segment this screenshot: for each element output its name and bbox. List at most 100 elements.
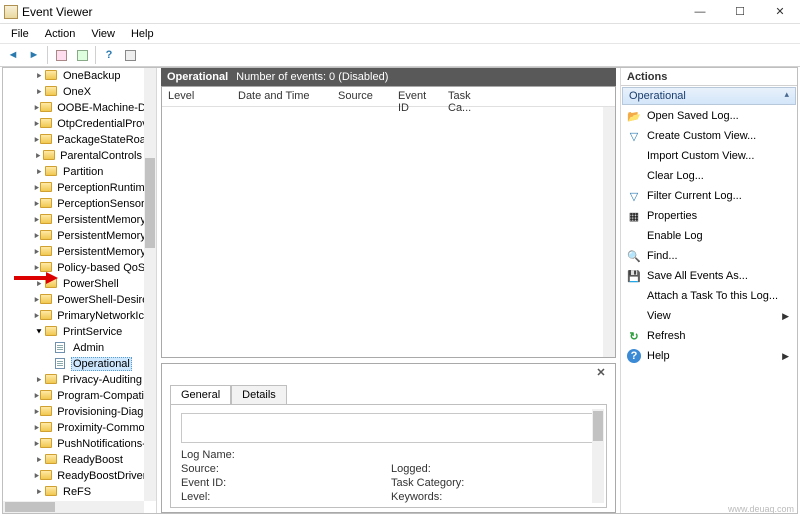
twisty-closed-icon[interactable]: ⯈	[33, 167, 45, 178]
tree-item[interactable]: ⯈ReadyBoost	[3, 452, 144, 468]
twisty-closed-icon[interactable]: ⯈	[33, 375, 45, 386]
twisty-closed-icon[interactable]: ⯈	[33, 407, 40, 418]
action-item[interactable]: Attach a Task To this Log...	[621, 286, 797, 306]
menu-action[interactable]: Action	[38, 26, 83, 42]
grid-columns: Level Date and Time Source Event ID Task…	[162, 87, 615, 107]
tree-item[interactable]: ⯈PowerShell-Desired	[3, 292, 144, 308]
tab-details[interactable]: Details	[231, 385, 287, 405]
tree-item[interactable]: Admin	[3, 340, 144, 356]
col-taskcat[interactable]: Task Ca...	[442, 87, 502, 106]
tree-item[interactable]: ⯈PersistentMemory-S	[3, 244, 144, 260]
tree-hscrollbar[interactable]	[3, 501, 144, 513]
tree-item[interactable]: ⯈ParentalControls	[3, 148, 144, 164]
tree-item[interactable]: Operational	[3, 356, 144, 372]
action-item[interactable]: ▦Properties	[621, 206, 797, 226]
tree-item[interactable]: ⯈Partition	[3, 164, 144, 180]
twisty-closed-icon[interactable]: ⯈	[33, 423, 40, 434]
action-item[interactable]: View▶	[621, 306, 797, 326]
grid-vscrollbar[interactable]	[603, 107, 615, 357]
twisty-closed-icon[interactable]: ⯈	[33, 199, 40, 210]
twisty-closed-icon[interactable]: ⯈	[33, 135, 40, 146]
toolbar-btn-3[interactable]	[120, 45, 140, 65]
folder-icon	[40, 102, 52, 114]
twisty-closed-icon[interactable]: ⯈	[33, 87, 45, 98]
twisty-closed-icon[interactable]: ⯈	[33, 247, 40, 258]
tree-item[interactable]: ⯈OneX	[3, 84, 144, 100]
col-level[interactable]: Level	[162, 87, 232, 106]
twisty-closed-icon[interactable]: ⯈	[33, 215, 40, 226]
tree-vscrollbar[interactable]	[144, 68, 156, 501]
tree-item[interactable]: ⯈Policy-based QoS	[3, 260, 144, 276]
folder-icon	[40, 390, 52, 402]
menu-help[interactable]: Help	[124, 26, 161, 42]
twisty-closed-icon[interactable]: ⯈	[33, 391, 40, 402]
close-button[interactable]: ✕	[760, 0, 800, 24]
twisty-closed-icon[interactable]: ⯈	[33, 119, 40, 130]
tree-item[interactable]: ⯈PrimaryNetworkIcon	[3, 308, 144, 324]
tab-general[interactable]: General	[170, 385, 231, 405]
tree-view[interactable]: ⯈OneBackup⯈OneX⯈OOBE-Machine-DU⯈OtpCrede…	[3, 68, 144, 501]
col-source[interactable]: Source	[332, 87, 392, 106]
action-item[interactable]: Clear Log...	[621, 166, 797, 186]
tree-item[interactable]: ⯈PerceptionRuntime	[3, 180, 144, 196]
tree-item[interactable]: ⯈ReFS	[3, 484, 144, 500]
detail-vscrollbar[interactable]	[592, 409, 604, 503]
action-item[interactable]: Enable Log	[621, 226, 797, 246]
menu-file[interactable]: File	[4, 26, 36, 42]
tree-item[interactable]: ⯈PersistentMemory-I	[3, 228, 144, 244]
twisty-closed-icon[interactable]: ⯈	[33, 183, 40, 194]
tree-item[interactable]: ⯈Program-Compatibi	[3, 388, 144, 404]
help-button[interactable]: ?	[99, 45, 119, 65]
twisty-closed-icon[interactable]: ⯈	[33, 439, 40, 450]
twisty-closed-icon[interactable]: ⯈	[33, 455, 45, 466]
tree-item-label: Provisioning-Diagn	[55, 406, 144, 418]
twisty-closed-icon[interactable]: ⯈	[33, 71, 45, 82]
twisty-closed-icon[interactable]: ⯈	[33, 471, 40, 482]
tree-item[interactable]: ⯈Proximity-Common	[3, 420, 144, 436]
twisty-closed-icon[interactable]: ⯈	[33, 279, 45, 290]
event-grid[interactable]: Level Date and Time Source Event ID Task…	[161, 86, 616, 358]
twisty-closed-icon[interactable]: ⯈	[33, 231, 40, 242]
tree-item[interactable]: ⯈OneBackup	[3, 68, 144, 84]
maximize-button[interactable]: ☐	[720, 0, 760, 24]
action-label: Filter Current Log...	[647, 190, 742, 202]
menu-view[interactable]: View	[84, 26, 122, 42]
tree-item[interactable]: ⯈Privacy-Auditing	[3, 372, 144, 388]
actions-section-header[interactable]: Operational	[622, 87, 796, 105]
twisty-closed-icon[interactable]: ⯈	[33, 487, 45, 498]
tree-item[interactable]: ⯈PowerShell	[3, 276, 144, 292]
action-item[interactable]: 📂Open Saved Log...	[621, 106, 797, 126]
tree-item[interactable]: ⯈PersistentMemory-I	[3, 212, 144, 228]
minimize-button[interactable]: ―	[680, 0, 720, 24]
toolbar-btn-2[interactable]	[72, 45, 92, 65]
action-item[interactable]: ▽Filter Current Log...	[621, 186, 797, 206]
action-item[interactable]: ?Help▶	[621, 346, 797, 366]
tree-item[interactable]: ⯈PushNotifications-P	[3, 436, 144, 452]
back-button[interactable]: ◄	[3, 45, 23, 65]
tree-item[interactable]: ⯈OOBE-Machine-DU	[3, 100, 144, 116]
col-date[interactable]: Date and Time	[232, 87, 332, 106]
twisty-closed-icon[interactable]: ⯈	[33, 103, 40, 114]
tree-item[interactable]: ⯈ Provisioning-Diagn	[3, 404, 144, 420]
detail-close-button[interactable]: ✕	[593, 366, 609, 382]
col-eventid[interactable]: Event ID	[392, 87, 442, 106]
forward-button[interactable]: ►	[24, 45, 44, 65]
twisty-closed-icon[interactable]: ⯈	[33, 311, 40, 322]
action-item[interactable]: ↻Refresh	[621, 326, 797, 346]
action-item[interactable]: ▽Create Custom View...	[621, 126, 797, 146]
toolbar-btn-1[interactable]	[51, 45, 71, 65]
tree-item[interactable]: ⯈ReadyBoostDriver	[3, 468, 144, 484]
tree-item[interactable]: ⯆PrintService	[3, 324, 144, 340]
tree-item[interactable]: ⯈OtpCredentialProvi	[3, 116, 144, 132]
action-item[interactable]: 💾Save All Events As...	[621, 266, 797, 286]
twisty-closed-icon[interactable]: ⯈	[33, 295, 40, 306]
twisty-closed-icon[interactable]: ⯈	[33, 151, 43, 162]
action-label: Open Saved Log...	[647, 110, 739, 122]
tree-item[interactable]: ⯈PerceptionSensorDa	[3, 196, 144, 212]
action-item[interactable]: 🔍Find...	[621, 246, 797, 266]
folder-icon	[45, 86, 58, 98]
twisty-closed-icon[interactable]: ⯈	[33, 263, 40, 274]
twisty-open-icon[interactable]: ⯆	[33, 327, 45, 338]
action-item[interactable]: Import Custom View...	[621, 146, 797, 166]
tree-item[interactable]: ⯈PackageStateRoami	[3, 132, 144, 148]
